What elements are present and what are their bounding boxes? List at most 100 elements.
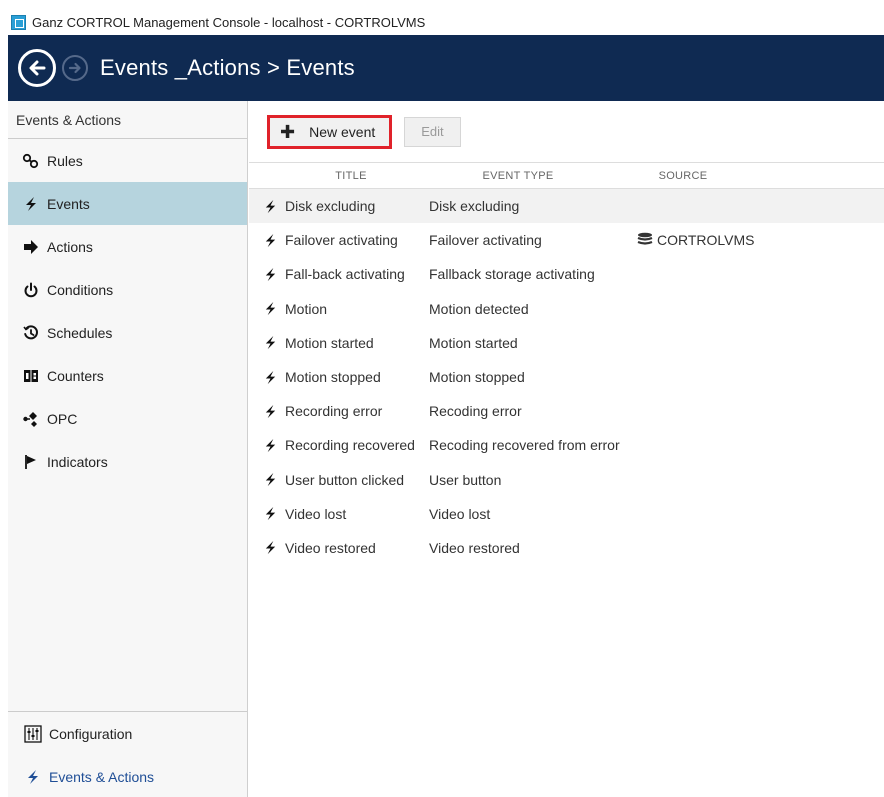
cell-title: Fall-back activating [285,266,405,283]
table-row[interactable]: Motion started Motion started [249,326,884,360]
bolt-icon [249,540,285,555]
sidebar-item-label: Counters [47,367,104,384]
cell-title: Motion stopped [285,369,381,386]
table-row[interactable]: User button clicked User button [249,463,884,497]
sidebar-bottom-nav: Configuration Events & Actions [8,711,247,797]
bolt-icon [249,267,285,282]
toolbar: ✚ New event Edit [249,101,884,163]
sidebar-item-label: Rules [47,152,83,169]
main-content: ✚ New event Edit TITLE EVENT TYPE SOURCE… [249,101,884,797]
cell-event-type: Fallback storage activating [429,266,595,283]
cell-event-type: User button [429,471,502,488]
column-header-title[interactable]: TITLE [249,170,413,182]
sidebar-item-label: Indicators [47,453,108,470]
table-row[interactable]: Motion stopped Motion stopped [249,360,884,394]
action-arrow-icon [22,238,40,256]
bolt-icon [249,472,285,487]
sidebar-item-events[interactable]: Events [8,182,247,225]
power-icon [22,281,40,299]
column-header-event-type[interactable]: EVENT TYPE [413,170,623,182]
table-row[interactable]: Motion Motion detected [249,292,884,326]
sidebar-item-rules[interactable]: Rules [8,139,247,182]
database-icon [637,232,653,249]
sidebar-item-label: Schedules [47,324,113,341]
table-row[interactable]: Recording recovered Recoding recovered f… [249,428,884,462]
table-header: TITLE EVENT TYPE SOURCE [249,163,884,189]
cell-source: CORTROLVMS [637,232,755,249]
cell-event-type: Video lost [429,505,491,522]
window-titlebar: Ganz CORTROL Management Console - localh… [8,9,884,35]
sidebar-item-schedules[interactable]: Schedules [8,311,247,354]
cell-title: Recording recovered [285,437,415,454]
cell-title: Recording error [285,403,383,420]
table-row[interactable]: Fall-back activating Fallback storage ac… [249,257,884,291]
nav-label: Events & Actions [49,768,155,785]
sidebar-item-conditions[interactable]: Conditions [8,268,247,311]
forward-button[interactable] [62,55,88,81]
sidebar-item-label: Events [47,195,90,212]
new-event-label: New event [309,123,376,140]
sidebar-item-counters[interactable]: Counters [8,354,247,397]
bolt-icon [249,233,285,248]
window-title: Ganz CORTROL Management Console - localh… [32,14,426,30]
sidebar-item-indicators[interactable]: Indicators [8,440,247,483]
cell-event-type: Failover activating [429,232,542,249]
cell-title: Video lost [285,505,347,522]
events-table-body: Disk excluding Disk excluding Failover a… [249,189,884,565]
opc-icon [22,410,40,428]
cell-title: Video restored [285,539,376,556]
sidebar-item-opc[interactable]: OPC [8,397,247,440]
arrow-right-icon [68,62,81,74]
rules-icon [22,152,40,170]
bolt-icon [24,768,42,786]
cell-event-type: Disk excluding [429,198,520,215]
bolt-icon [249,301,285,316]
edit-button[interactable]: Edit [404,116,461,147]
nav-configuration[interactable]: Configuration [8,712,247,755]
cell-title: Disk excluding [285,198,376,215]
cell-title: User button clicked [285,471,405,488]
bolt-icon [249,438,285,453]
app-icon [11,14,26,30]
table-row[interactable]: Video lost Video lost [249,497,884,531]
cell-event-type: Motion stopped [429,369,525,386]
page-header: Events _Actions > Events [8,35,884,101]
bolt-icon [249,199,285,214]
table-row[interactable]: Video restored Video restored [249,531,884,565]
sidebar-section-title: Events & Actions [8,101,247,139]
source-label: CORTROLVMS [657,232,755,249]
cell-title: Motion [285,300,328,317]
column-header-source[interactable]: SOURCE [623,170,743,182]
nav-events-actions[interactable]: Events & Actions [8,755,247,797]
cell-event-type: Recoding recovered from error [429,437,620,454]
new-event-button[interactable]: ✚ New event [267,114,393,149]
bolt-icon [249,404,285,419]
counter-icon [22,367,40,385]
bolt-icon [22,195,40,213]
plus-icon: ✚ [280,121,296,142]
cell-event-type: Motion detected [429,300,529,317]
breadcrumb: Events _Actions > Events [100,55,355,80]
sidebar-item-actions[interactable]: Actions [8,225,247,268]
back-button[interactable] [18,49,56,87]
flag-icon [22,453,40,471]
configuration-icon [24,724,42,743]
cell-title: Motion started [285,334,374,351]
edit-label: Edit [421,124,444,139]
bolt-icon [249,335,285,350]
sidebar-item-label: Conditions [47,281,114,298]
cell-event-type: Recoding error [429,403,522,420]
bolt-icon [249,506,285,521]
sidebar-item-label: Actions [47,238,93,255]
table-row[interactable]: Disk excluding Disk excluding [249,189,884,224]
table-row[interactable]: Recording error Recoding error [249,394,884,428]
sidebar-item-label: OPC [47,410,78,427]
sidebar: Events & Actions Rules Events Actions Co… [8,101,248,797]
table-row[interactable]: Failover activating Failover activating … [249,223,884,257]
cell-title: Failover activating [285,232,398,249]
nav-label: Configuration [49,725,133,742]
clock-icon [22,324,40,342]
cell-event-type: Video restored [429,539,520,556]
arrow-left-icon [29,60,46,76]
cell-event-type: Motion started [429,334,518,351]
